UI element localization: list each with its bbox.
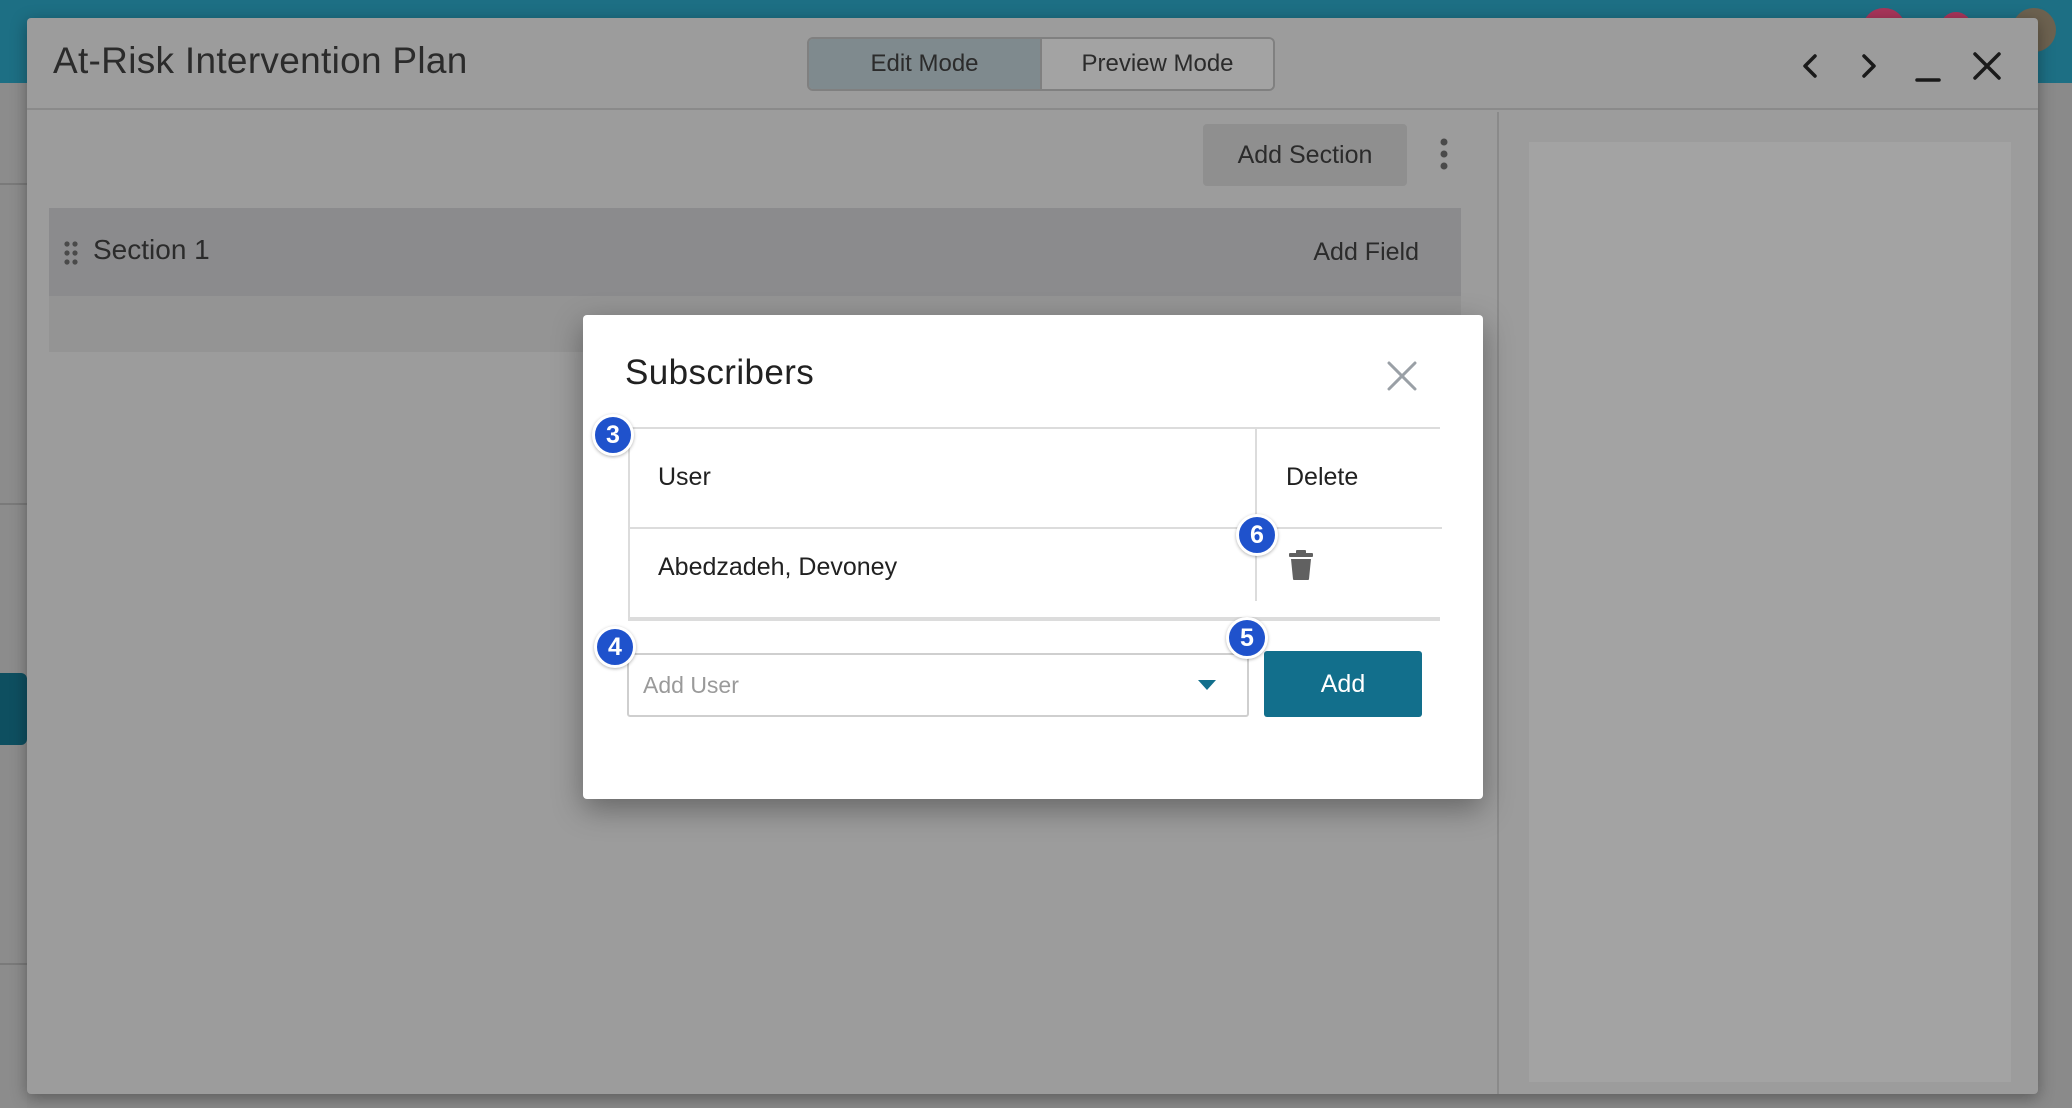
row-divider xyxy=(630,527,1442,529)
minimize-icon[interactable] xyxy=(1908,46,1948,86)
rail-divider xyxy=(0,503,27,505)
column-header-delete: Delete xyxy=(1286,463,1359,491)
chevron-right-icon[interactable] xyxy=(1849,46,1889,86)
preview-mode-button[interactable]: Preview Mode xyxy=(1040,39,1273,89)
rail-divider xyxy=(0,183,27,185)
callout-badge-4: 4 xyxy=(594,626,636,668)
section-header: Section 1 Add Field xyxy=(49,208,1461,296)
modal-title: Subscribers xyxy=(625,353,815,392)
add-user-dropdown[interactable] xyxy=(627,653,1249,717)
add-user-input[interactable] xyxy=(643,655,1183,715)
add-field-button[interactable]: Add Field xyxy=(1313,238,1419,267)
close-icon[interactable] xyxy=(1967,46,2007,86)
callout-badge-6: 6 xyxy=(1236,514,1278,556)
pane-divider xyxy=(1497,112,1499,1094)
edit-mode-button[interactable]: Edit Mode xyxy=(809,39,1040,89)
callout-badge-5: 5 xyxy=(1226,617,1268,659)
caret-down-icon[interactable] xyxy=(1197,679,1217,691)
table-row-user: Abedzadeh, Devoney xyxy=(658,553,898,581)
left-rail xyxy=(0,83,27,1108)
section-title: Section 1 xyxy=(93,234,210,265)
add-subscriber-button[interactable]: Add xyxy=(1264,651,1422,717)
more-vertical-icon[interactable] xyxy=(1437,136,1451,172)
close-icon[interactable] xyxy=(1385,359,1419,393)
chevron-left-icon[interactable] xyxy=(1790,46,1830,86)
window-header: At-Risk Intervention Plan Edit Mode Prev… xyxy=(27,18,2038,110)
drag-handle-icon[interactable] xyxy=(63,240,79,266)
callout-badge-3: 3 xyxy=(592,414,634,456)
rail-tab[interactable] xyxy=(0,673,27,745)
trash-icon[interactable] xyxy=(1288,549,1314,581)
window-title: At-Risk Intervention Plan xyxy=(53,40,468,81)
column-header-user: User xyxy=(658,463,711,491)
properties-panel xyxy=(1529,142,2011,1082)
rail-divider xyxy=(0,963,27,965)
subscribers-modal: Subscribers User Delete Abedzadeh, Devon… xyxy=(583,315,1483,799)
add-section-button[interactable]: Add Section xyxy=(1203,124,1407,186)
subscribers-table: User Delete Abedzadeh, Devoney xyxy=(628,427,1442,621)
mode-toggle: Edit Mode Preview Mode xyxy=(807,37,1275,91)
